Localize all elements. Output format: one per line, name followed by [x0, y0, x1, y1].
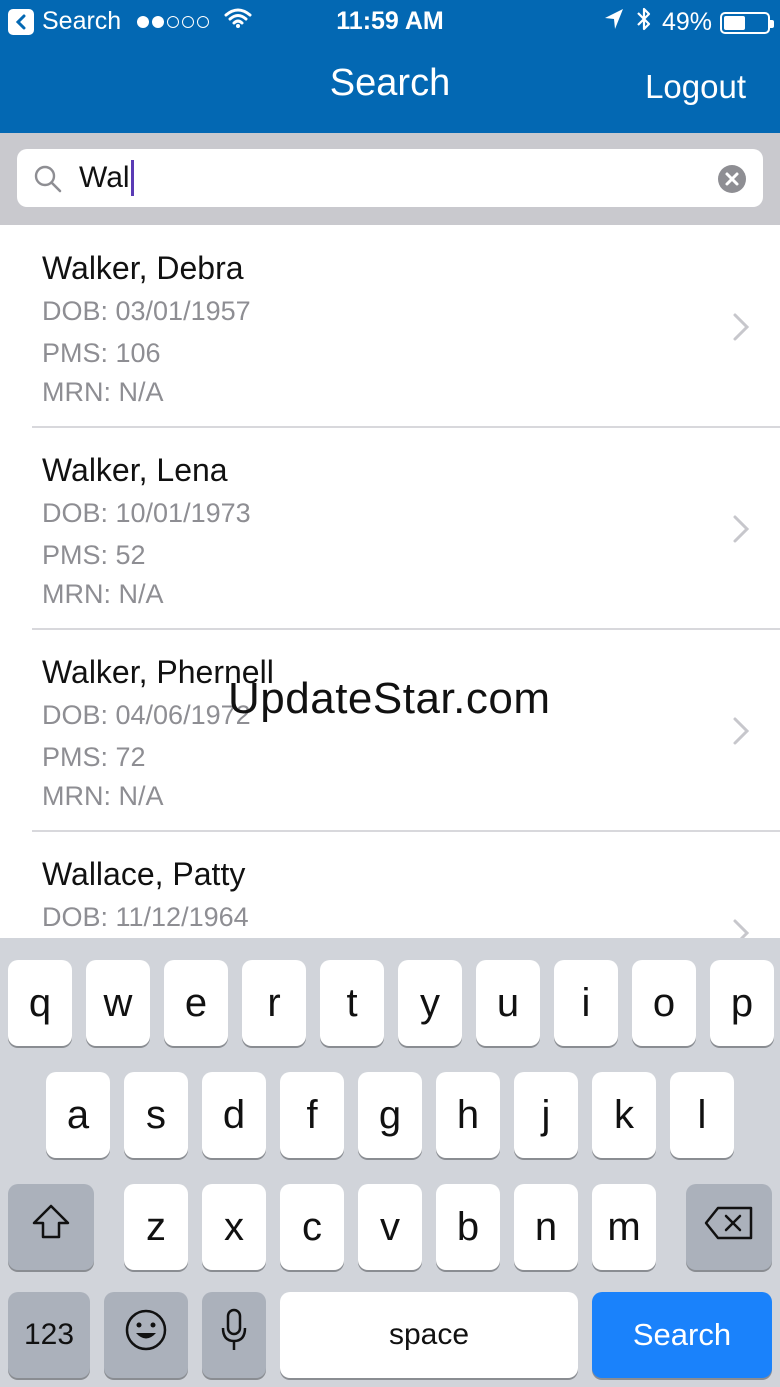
battery-icon: [720, 11, 774, 34]
key-n[interactable]: n: [514, 1184, 578, 1270]
key-k[interactable]: k: [592, 1072, 656, 1158]
emoji-icon: [124, 1308, 168, 1362]
key-y[interactable]: y: [398, 960, 462, 1046]
numbers-key[interactable]: 123: [8, 1292, 90, 1378]
patient-row[interactable]: Walker, Debra DOB: 03/01/1957 PMS: 106 M…: [0, 226, 780, 428]
patient-dob: DOB: 04/06/1972: [42, 700, 251, 730]
top-bar: Search 11:59 AM 49% Search Logout: [0, 0, 780, 133]
key-v[interactable]: v: [358, 1184, 422, 1270]
key-d[interactable]: d: [202, 1072, 266, 1158]
key-l[interactable]: l: [670, 1072, 734, 1158]
signal-dots: [137, 15, 212, 28]
emoji-key[interactable]: [104, 1292, 188, 1378]
key-z[interactable]: z: [124, 1184, 188, 1270]
keyboard: q w e r t y u i o p a s d f g h j k l z …: [0, 938, 780, 1387]
key-m[interactable]: m: [592, 1184, 656, 1270]
key-j[interactable]: j: [514, 1072, 578, 1158]
key-t[interactable]: t: [320, 960, 384, 1046]
battery-fill: [724, 15, 745, 30]
wifi-icon: [224, 7, 252, 36]
patient-pms: PMS: 106: [42, 338, 161, 368]
battery-tip: [770, 19, 774, 28]
back-icon[interactable]: [8, 8, 34, 35]
key-o[interactable]: o: [632, 960, 696, 1046]
key-i[interactable]: i: [554, 960, 618, 1046]
key-u[interactable]: u: [476, 960, 540, 1046]
patient-mrn: MRN: N/A: [42, 781, 164, 811]
clear-icon[interactable]: [717, 164, 747, 199]
key-q[interactable]: q: [8, 960, 72, 1046]
search-bar: Wal: [0, 133, 780, 225]
search-value: Wal: [79, 161, 130, 194]
back-to-app-label[interactable]: Search: [42, 7, 121, 36]
key-e[interactable]: e: [164, 960, 228, 1046]
patient-name: Walker, Debra: [42, 250, 244, 286]
microphone-icon: [220, 1308, 248, 1362]
key-s[interactable]: s: [124, 1072, 188, 1158]
search-input[interactable]: Wal: [17, 149, 763, 207]
watermark-text: UpdateStar.com: [228, 674, 551, 723]
chevron-right-icon: [732, 514, 750, 549]
search-text: Wal: [79, 159, 134, 197]
patient-dob: DOB: 11/12/1964: [42, 902, 249, 932]
key-g[interactable]: g: [358, 1072, 422, 1158]
signal-dot: [152, 15, 165, 28]
logout-button[interactable]: Logout: [645, 68, 746, 106]
key-x[interactable]: x: [202, 1184, 266, 1270]
status-left: Search: [8, 7, 252, 36]
patient-dob: DOB: 10/01/1973: [42, 498, 251, 528]
signal-dot: [137, 15, 150, 28]
patient-pms: PMS: 72: [42, 742, 146, 772]
space-key[interactable]: space: [280, 1292, 578, 1378]
key-c[interactable]: c: [280, 1184, 344, 1270]
shift-key[interactable]: [8, 1184, 94, 1270]
key-p[interactable]: p: [710, 960, 774, 1046]
patient-mrn: MRN: N/A: [42, 377, 164, 407]
key-f[interactable]: f: [280, 1072, 344, 1158]
patient-results-list: Walker, Debra DOB: 03/01/1957 PMS: 106 M…: [0, 226, 780, 1034]
signal-dot: [182, 15, 195, 28]
bluetooth-icon: [636, 6, 652, 39]
patient-name: Wallace, Patty: [42, 856, 246, 892]
patient-row[interactable]: Walker, Phernell DOB: 04/06/1972 PMS: 72…: [0, 630, 780, 832]
key-h[interactable]: h: [436, 1072, 500, 1158]
patient-dob: DOB: 03/01/1957: [42, 296, 251, 326]
status-bar: Search 11:59 AM 49%: [0, 0, 780, 44]
key-r[interactable]: r: [242, 960, 306, 1046]
status-right: 49%: [604, 6, 774, 39]
chevron-right-icon: [732, 312, 750, 347]
search-icon: [33, 164, 63, 199]
patient-row[interactable]: Walker, Lena DOB: 10/01/1973 PMS: 52 MRN…: [0, 428, 780, 630]
search-key[interactable]: Search: [592, 1292, 772, 1378]
location-icon: [604, 8, 624, 37]
key-w[interactable]: w: [86, 960, 150, 1046]
key-a[interactable]: a: [46, 1072, 110, 1158]
text-caret: [130, 160, 134, 196]
backspace-key[interactable]: [686, 1184, 772, 1270]
patient-name: Walker, Lena: [42, 452, 228, 488]
patient-mrn: MRN: N/A: [42, 579, 164, 609]
battery-percent: 49%: [661, 8, 712, 36]
shift-icon: [31, 1203, 71, 1251]
key-b[interactable]: b: [436, 1184, 500, 1270]
dictation-key[interactable]: [202, 1292, 266, 1378]
patient-pms: PMS: 52: [42, 540, 146, 570]
chevron-right-icon: [732, 716, 750, 751]
backspace-icon: [704, 1205, 754, 1250]
signal-dot: [167, 15, 180, 28]
signal-dot: [197, 15, 210, 28]
